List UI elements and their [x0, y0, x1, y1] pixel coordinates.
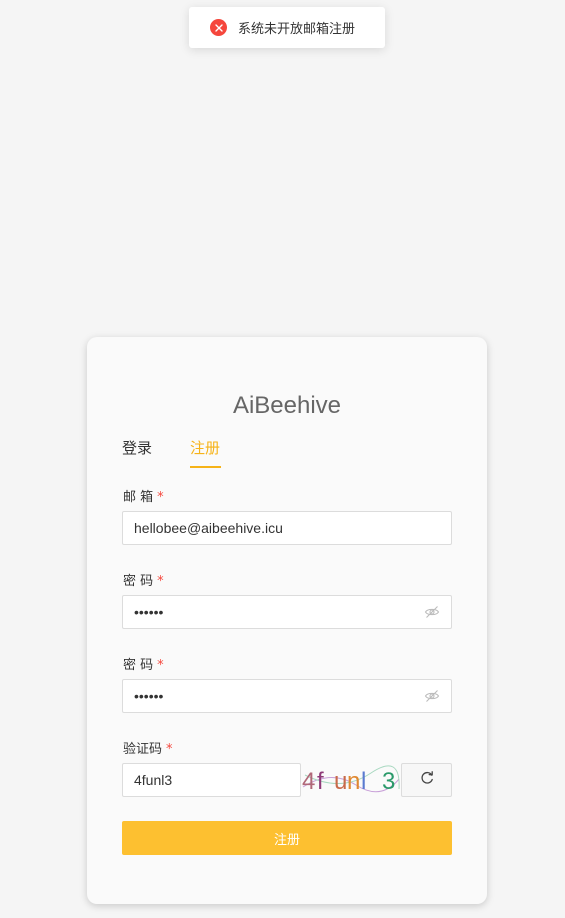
svg-text:n: n [347, 768, 360, 795]
confirm-password-value: •••••• [134, 688, 164, 704]
email-value: hellobee@aibeehive.icu [134, 520, 283, 536]
email-label: 邮 箱 * [123, 490, 164, 505]
brand-title: AiBeehive [232, 392, 342, 419]
eye-hidden-icon[interactable] [424, 688, 440, 704]
refresh-captcha-button[interactable] [401, 763, 452, 797]
refresh-icon [419, 770, 435, 790]
captcha-label: 验证码 * [123, 742, 173, 757]
confirm-password-label: 密 码 * [123, 658, 164, 673]
password-label: 密 码 * [123, 574, 164, 589]
svg-text:4: 4 [302, 768, 315, 795]
svg-text:u: u [334, 768, 347, 795]
captcha-value: 4funl3 [134, 772, 173, 788]
register-button[interactable]: 注册 [122, 821, 452, 855]
email-field[interactable]: hellobee@aibeehive.icu [122, 511, 452, 545]
eye-hidden-icon[interactable] [424, 604, 440, 620]
confirm-password-field[interactable]: •••••• [122, 679, 452, 713]
error-toast: 系统未开放邮箱注册 [189, 7, 385, 48]
captcha-image[interactable]: 4 f u n l 3 [301, 763, 401, 797]
password-field[interactable]: •••••• [122, 595, 452, 629]
register-card: AiBeehive 登录 注册 邮 箱 * hellobee@aibeehive.… [87, 337, 487, 904]
error-circle-icon [210, 19, 227, 36]
captcha-input[interactable]: 4funl3 [122, 763, 301, 797]
tab-register[interactable]: 注册 [190, 437, 220, 458]
active-tab-indicator [190, 466, 221, 468]
svg-text:f: f [317, 768, 324, 795]
svg-text:3: 3 [382, 768, 395, 795]
password-value: •••••• [134, 604, 164, 620]
toast-message: 系统未开放邮箱注册 [238, 22, 356, 37]
tab-login[interactable]: 登录 [122, 437, 152, 458]
svg-text:l: l [361, 768, 366, 795]
